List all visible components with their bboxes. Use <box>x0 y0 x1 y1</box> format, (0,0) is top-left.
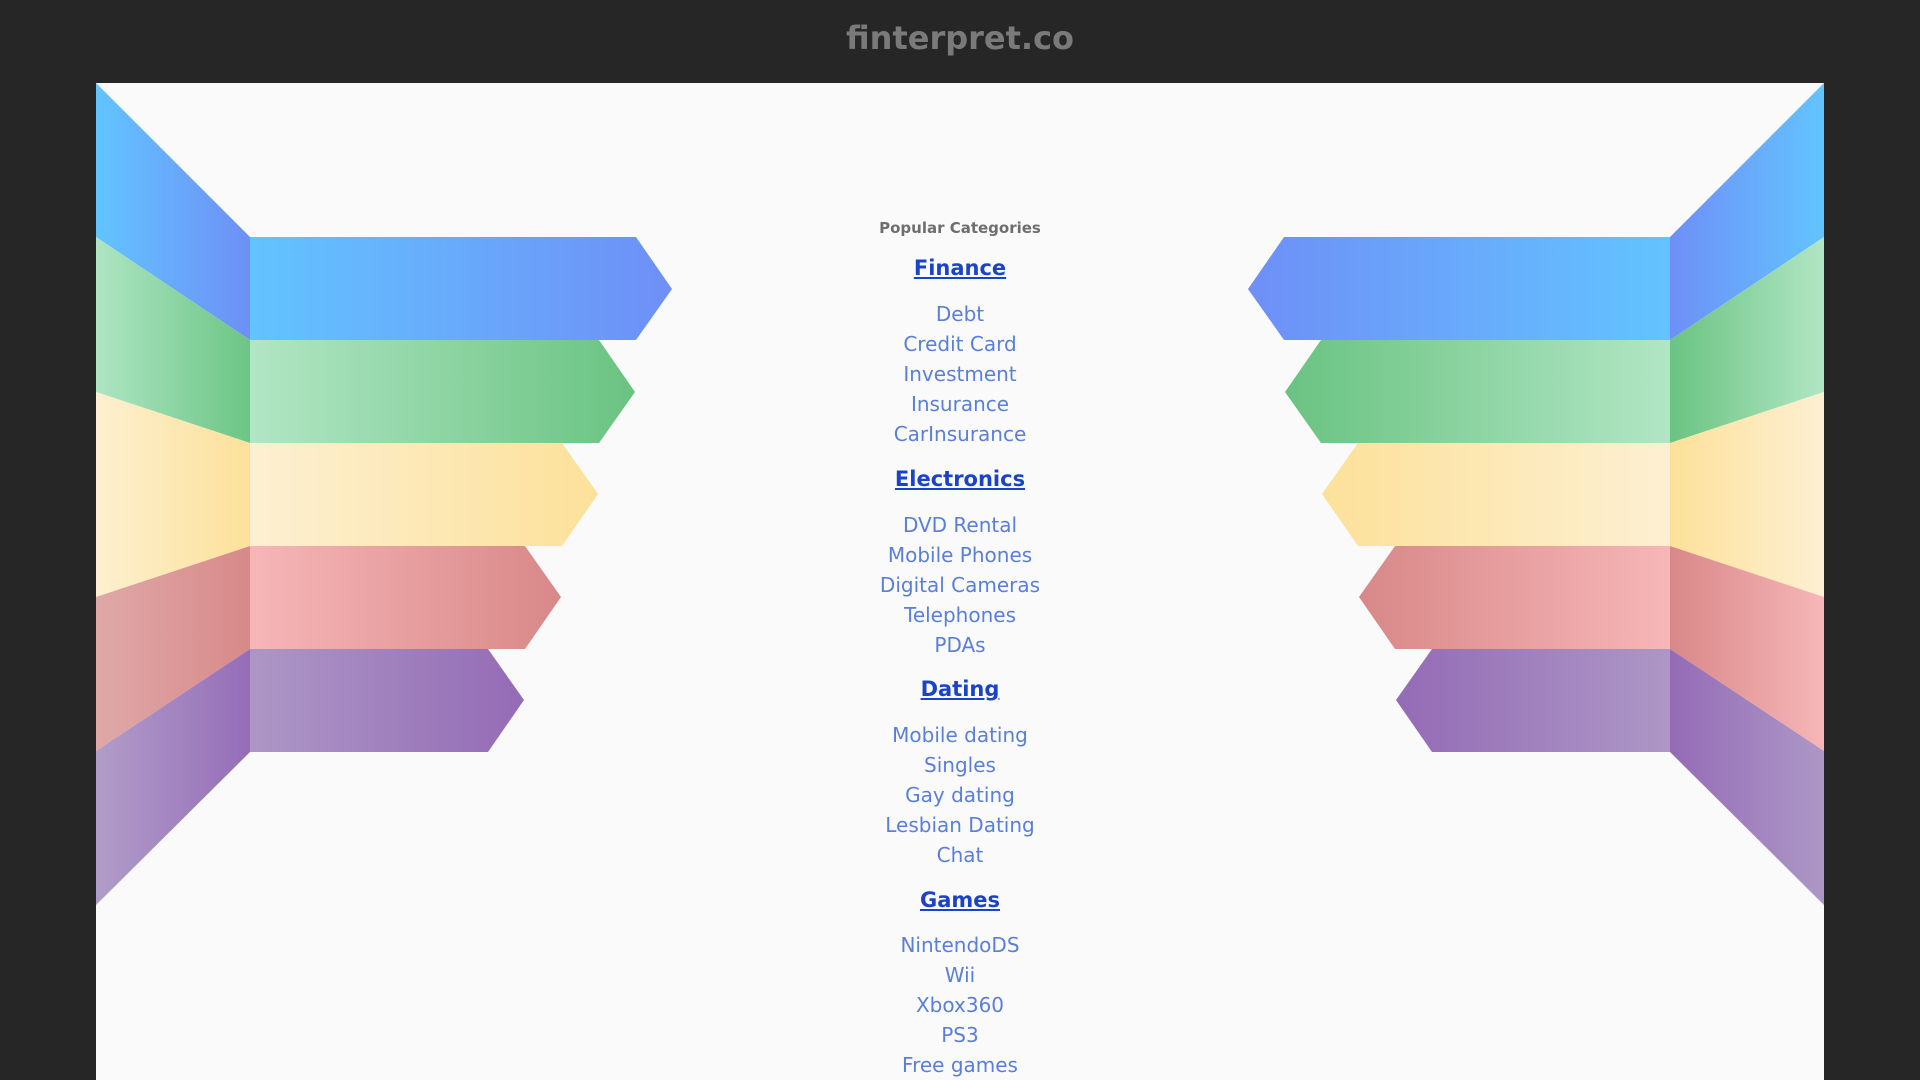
site-title: finterpret.co <box>845 18 1075 57</box>
link-pdas[interactable]: PDAs <box>96 633 1824 657</box>
link-free-games[interactable]: Free games <box>96 1053 1824 1077</box>
link-carinsurance[interactable]: CarInsurance <box>96 422 1824 446</box>
category-electronics-link[interactable]: Electronics <box>96 467 1824 491</box>
link-investment[interactable]: Investment <box>96 362 1824 386</box>
link-xbox360[interactable]: Xbox360 <box>96 993 1824 1017</box>
link-insurance[interactable]: Insurance <box>96 392 1824 416</box>
link-singles[interactable]: Singles <box>96 753 1824 777</box>
link-gay-dating[interactable]: Gay dating <box>96 783 1824 807</box>
category-games-link[interactable]: Games <box>96 888 1824 912</box>
link-nintendods[interactable]: NintendoDS <box>96 933 1824 957</box>
link-ps3[interactable]: PS3 <box>96 1023 1824 1047</box>
link-lesbian-dating[interactable]: Lesbian Dating <box>96 813 1824 837</box>
link-mobile-phones[interactable]: Mobile Phones <box>96 543 1824 567</box>
link-debt[interactable]: Debt <box>96 302 1824 326</box>
category-finance-link[interactable]: Finance <box>96 256 1824 280</box>
content-panel: Popular Categories Finance Debt Credit C… <box>96 83 1824 1080</box>
link-telephones[interactable]: Telephones <box>96 603 1824 627</box>
link-wii[interactable]: Wii <box>96 963 1824 987</box>
link-digital-cameras[interactable]: Digital Cameras <box>96 573 1824 597</box>
link-credit-card[interactable]: Credit Card <box>96 332 1824 356</box>
link-mobile-dating[interactable]: Mobile dating <box>96 723 1824 747</box>
link-chat[interactable]: Chat <box>96 843 1824 867</box>
category-dating-link[interactable]: Dating <box>96 677 1824 701</box>
site-header: finterpret.co <box>0 0 1920 83</box>
link-dvd-rental[interactable]: DVD Rental <box>96 513 1824 537</box>
popular-categories-heading: Popular Categories <box>879 219 1041 237</box>
